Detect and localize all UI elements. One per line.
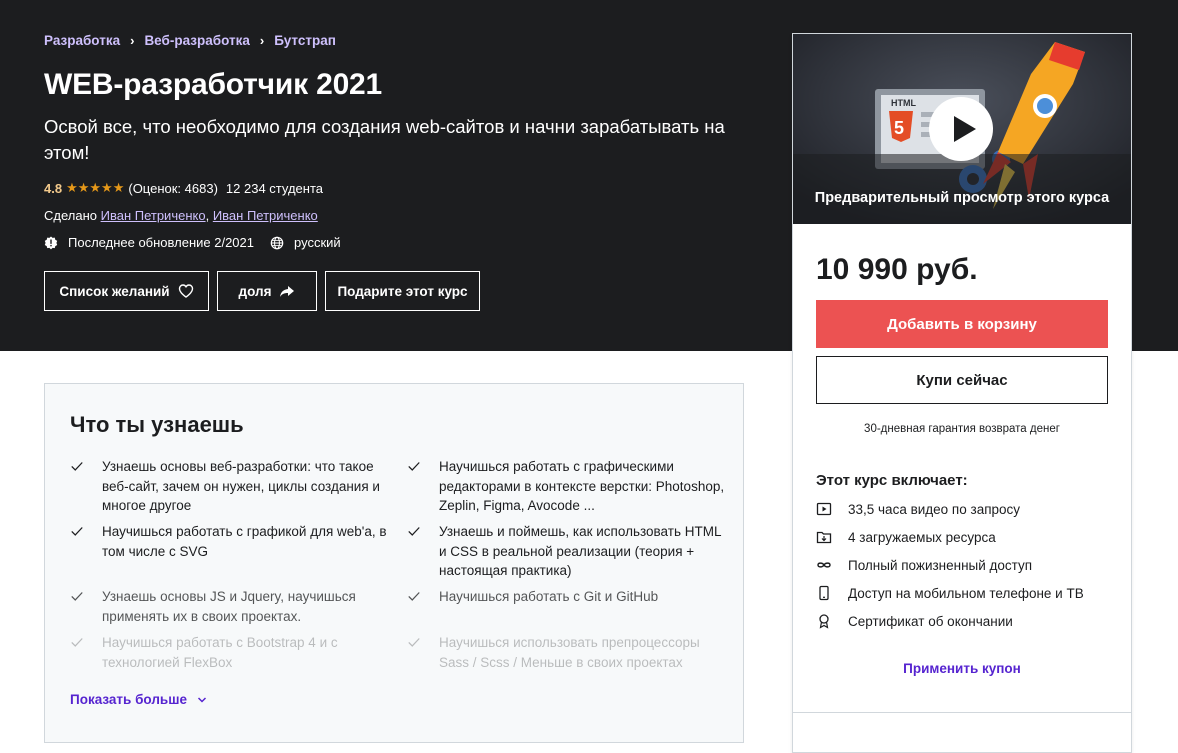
gift-course-button-label: Подарите этот курс xyxy=(337,283,468,299)
course-subtitle: Освой все, что необходимо для создания w… xyxy=(44,116,725,163)
download-folder-icon xyxy=(816,531,832,544)
learn-item: Научишься использовать препроцессоры Sas… xyxy=(408,633,729,672)
include-item-certificate: Сертификат об окончании xyxy=(816,613,1013,629)
certificate-icon xyxy=(819,614,829,629)
alert-badge-icon xyxy=(44,235,58,249)
learn-item-text: Научишься работать с Bootstrap 4 и с тех… xyxy=(102,635,338,670)
course-language: русский xyxy=(294,235,341,250)
author-row: Сделано Иван Петриченко, Иван Петриченко xyxy=(44,208,318,223)
preview-html-label: HTML xyxy=(891,98,916,108)
wishlist-button-label: Список желаний xyxy=(59,283,170,299)
rating-score: 4.8 xyxy=(44,180,63,196)
buy-now-label: Купи сейчас xyxy=(916,371,1008,389)
include-item-resources: 4 загружаемых ресурса xyxy=(816,529,996,545)
show-more-label: Показать больше xyxy=(70,692,187,707)
check-icon xyxy=(408,462,420,471)
play-icon xyxy=(954,116,976,142)
learn-item: Узнаешь основы веб-разработки: что такое… xyxy=(71,457,392,516)
learn-section-title: Что ты узнаешь xyxy=(70,412,244,437)
globe-icon xyxy=(270,236,284,249)
include-item-mobile: Доступ на мобильном телефоне и ТВ xyxy=(816,585,1084,601)
include-item-label: Сертификат об окончании xyxy=(848,613,1013,629)
star-rating-icon: ★★★★★ xyxy=(66,180,125,195)
divider xyxy=(793,712,1131,713)
wishlist-button[interactable]: Список желаний xyxy=(44,271,209,311)
apply-coupon-link[interactable]: Применить купон xyxy=(793,661,1131,676)
include-item-label: 4 загружаемых ресурса xyxy=(848,529,996,545)
play-button[interactable] xyxy=(929,97,993,161)
learn-item-text: Научишься работать с графикой для web'a,… xyxy=(102,524,387,559)
share-button-label: доля xyxy=(238,283,272,299)
rating-row: 4.8 ★★★★★ (Оценок: 4683) 12 234 студента xyxy=(44,180,323,196)
learn-item: Узнаешь и поймешь, как использовать HTML… xyxy=(408,522,729,581)
check-icon xyxy=(71,527,83,536)
breadcrumb-item-bootstrap[interactable]: Бутстрап xyxy=(274,33,336,48)
hero-actions: Список желаний доля Подарите этот курс xyxy=(44,271,480,311)
show-more-button[interactable]: Показать больше xyxy=(70,692,207,707)
breadcrumb-item-web-development[interactable]: Веб-разработка xyxy=(144,33,249,48)
learn-item-text: Научишься работать с Git и GitHub xyxy=(439,589,659,604)
created-by-label: Сделано xyxy=(44,208,101,223)
svg-text:5: 5 xyxy=(894,118,904,138)
includes-title: Этот курс включает: xyxy=(816,472,968,489)
breadcrumb-item-development[interactable]: Разработка xyxy=(44,33,120,48)
course-title: WEB-разработчик 2021 xyxy=(44,68,383,101)
learn-item: Научишься работать с графикой для web'a,… xyxy=(71,522,392,561)
learn-item-text: Научишься работать с графическими редакт… xyxy=(439,459,725,513)
share-button[interactable]: доля xyxy=(217,271,317,311)
heart-icon xyxy=(178,284,193,298)
video-icon xyxy=(816,502,832,516)
learn-item: Научишься работать с графическими редакт… xyxy=(408,457,729,516)
purchase-sidebar: HTML 5 Предварительный просмотр этого ку… xyxy=(792,33,1132,753)
include-item-label: 33,5 часа видео по запросу xyxy=(848,501,1021,517)
check-icon xyxy=(408,638,420,647)
check-icon xyxy=(71,592,83,601)
course-preview-video[interactable]: HTML 5 Предварительный просмотр этого ку… xyxy=(793,34,1131,224)
gift-course-button[interactable]: Подарите этот курс xyxy=(325,271,480,311)
learn-item: Научишься работать с Bootstrap 4 и с тех… xyxy=(71,633,392,672)
money-back-guarantee: 30-дневная гарантия возврата денег xyxy=(864,423,1060,435)
infinity-icon xyxy=(817,562,831,568)
chevron-down-icon xyxy=(197,696,206,703)
students-count: 12 234 студента xyxy=(225,180,323,196)
course-price: 10 990 руб. xyxy=(816,253,978,286)
buy-now-button[interactable]: Купи сейчас xyxy=(816,356,1108,404)
learn-item: Научишься работать с Git и GitHub xyxy=(408,587,729,607)
include-item-label: Доступ на мобильном телефоне и ТВ xyxy=(848,585,1084,601)
add-to-cart-label: Добавить в корзину xyxy=(887,315,1037,333)
check-icon xyxy=(71,462,83,471)
rating-count-link[interactable]: (Оценок: 4683) xyxy=(128,181,218,196)
share-arrow-icon xyxy=(280,286,295,297)
meta-row: Последнее обновление 2/2021 русский xyxy=(44,235,341,250)
what-you-will-learn-panel: Что ты узнаешь Узнаешь основы веб-разраб… xyxy=(44,383,744,743)
learn-item: Узнаешь основы JS и Jquery, научишься пр… xyxy=(71,587,392,626)
learn-item-text: Узнаешь основы JS и Jquery, научишься пр… xyxy=(102,589,356,624)
author-link[interactable]: Иван Петриченко xyxy=(213,208,318,223)
last-updated: Последнее обновление 2/2021 xyxy=(68,235,254,250)
learn-item-text: Узнаешь и поймешь, как использовать HTML… xyxy=(439,524,721,578)
author-link[interactable]: Иван Петриченко xyxy=(101,208,206,223)
check-icon xyxy=(408,527,420,536)
learn-item-text: Научишься использовать препроцессоры Sas… xyxy=(439,635,700,670)
preview-caption: Предварительный просмотр этого курса xyxy=(814,190,1110,206)
learn-item-text: Узнаешь основы веб-разработки: что такое… xyxy=(102,459,380,513)
include-item-label: Полный пожизненный доступ xyxy=(848,557,1033,573)
breadcrumb: Разработка › Веб-разработка › Бутстрап xyxy=(44,33,336,48)
include-item-lifetime: Полный пожизненный доступ xyxy=(816,557,1032,573)
check-icon xyxy=(71,638,83,647)
mobile-icon xyxy=(819,585,829,601)
include-item-video: 33,5 часа видео по запросу xyxy=(816,501,1020,517)
author-separator: , xyxy=(205,208,213,223)
chevron-right-icon: › xyxy=(259,33,265,48)
chevron-right-icon: › xyxy=(130,33,135,48)
add-to-cart-button[interactable]: Добавить в корзину xyxy=(816,300,1108,348)
check-icon xyxy=(408,592,420,601)
